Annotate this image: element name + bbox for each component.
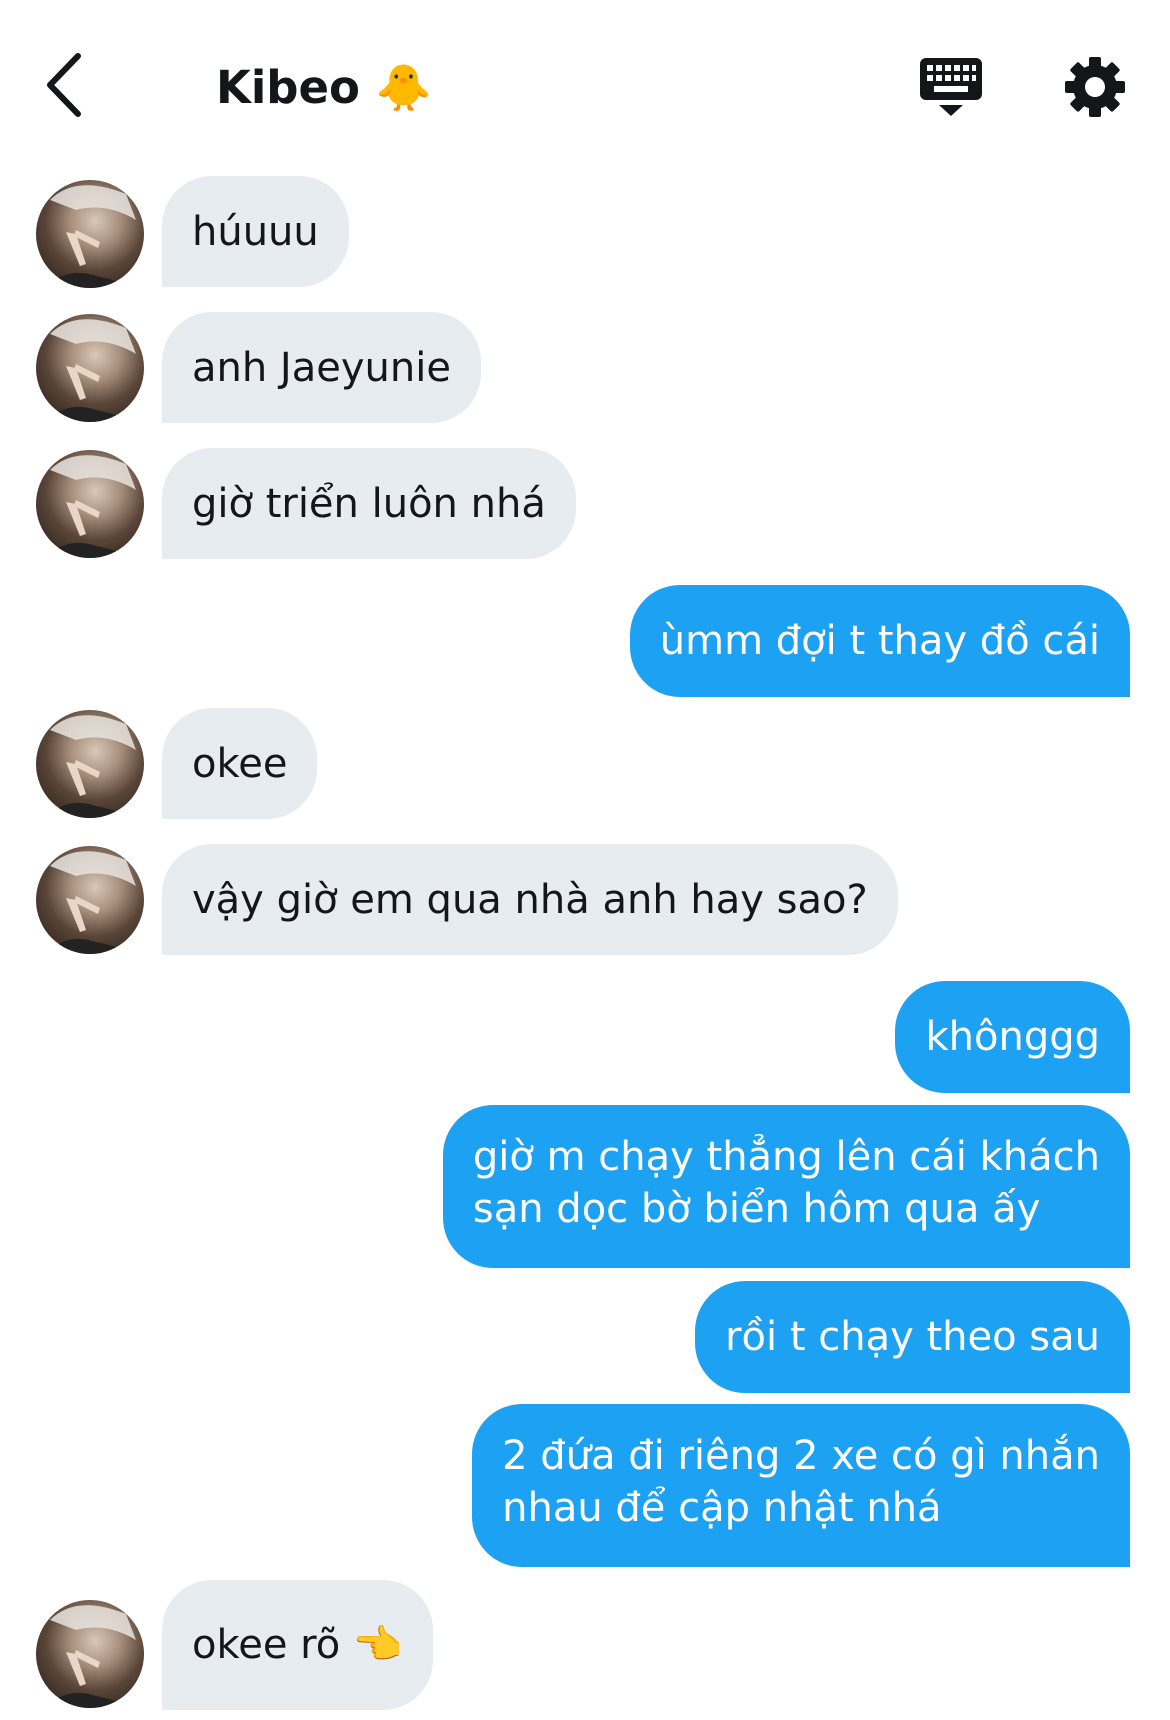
chevron-left-icon — [47, 53, 81, 117]
avatar-photo — [46, 851, 136, 954]
avatar[interactable] — [36, 314, 144, 422]
avatar-photo — [46, 715, 136, 818]
conversation-header: Kibeo 🐥 — [0, 0, 1170, 150]
avatar[interactable] — [36, 1600, 144, 1708]
message-bubble-incoming[interactable]: okee rõ 👈 — [162, 1580, 433, 1710]
keyboard-icon — [920, 58, 982, 116]
avatar[interactable] — [36, 180, 144, 288]
message-line: 2 đứa đi riêng 2 xe có gì nhắn — [502, 1433, 1100, 1479]
back-button[interactable] — [40, 50, 90, 120]
message-bubble-incoming[interactable]: okee — [162, 708, 318, 819]
avatar-photo — [46, 185, 136, 288]
avatar[interactable] — [36, 450, 144, 558]
message-bubble-incoming[interactable]: vậy giờ em qua nhà anh hay sao? — [162, 844, 898, 955]
message-bubble-outgoing[interactable]: rồi t chạy theo sau — [695, 1281, 1130, 1393]
message-bubble-outgoing[interactable]: ùmm đợi t thay đồ cái — [629, 585, 1130, 697]
avatar[interactable] — [36, 846, 144, 954]
avatar-photo — [46, 455, 136, 558]
avatar[interactable] — [36, 710, 144, 818]
message-line: sạn dọc bờ biển hôm qua ấy — [472, 1186, 1041, 1232]
message-line: nhau để cập nhật nhá — [502, 1485, 942, 1531]
message-line: giờ m chạy thẳng lên cái khách — [472, 1134, 1100, 1180]
gear-icon — [1065, 57, 1125, 117]
message-bubble-incoming[interactable]: húuuu — [162, 176, 349, 287]
keyboard-button[interactable] — [918, 56, 984, 118]
avatar-photo — [46, 1605, 136, 1708]
conversation-title[interactable]: Kibeo 🐥 — [216, 58, 432, 118]
message-bubble-incoming[interactable]: giờ triển luôn nhá — [162, 448, 576, 559]
message-bubble-outgoing[interactable]: 2 đứa đi riêng 2 xe có gì nhắn nhau để c… — [472, 1404, 1130, 1567]
message-bubble-incoming[interactable]: anh Jaeyunie — [162, 312, 481, 423]
avatar-photo — [46, 319, 136, 422]
settings-button[interactable] — [1062, 54, 1128, 120]
message-bubble-outgoing[interactable]: giờ m chạy thẳng lên cái khách sạn dọc b… — [442, 1105, 1130, 1268]
message-bubble-outgoing[interactable]: khônggg — [895, 981, 1130, 1093]
